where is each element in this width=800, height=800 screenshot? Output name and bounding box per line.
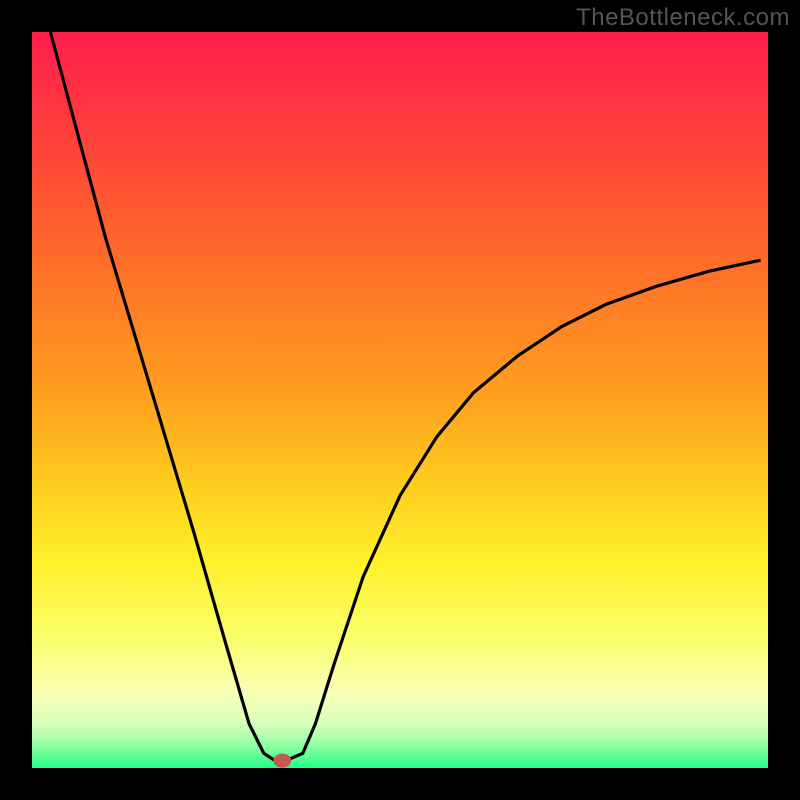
optimal-point-marker bbox=[273, 754, 291, 768]
attribution-text: TheBottleneck.com bbox=[576, 4, 790, 32]
plot-background bbox=[32, 32, 768, 768]
chart-frame: TheBottleneck.com bbox=[0, 0, 800, 800]
bottleneck-chart bbox=[0, 0, 800, 800]
